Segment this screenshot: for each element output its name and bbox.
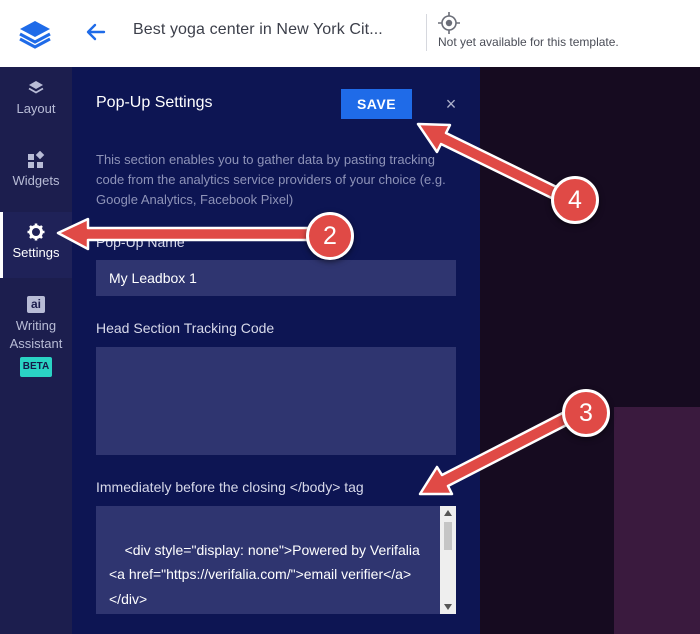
- widgets-icon: [28, 151, 45, 168]
- page-title: Best yoga center in New York Cit...: [133, 21, 383, 38]
- annotation-badge-3: 3: [562, 389, 610, 437]
- scrollbar[interactable]: [440, 506, 456, 614]
- annotation-badge-2: 2: [306, 212, 354, 260]
- head-code-textarea[interactable]: [96, 347, 456, 455]
- annotation-badge-4: 4: [551, 176, 599, 224]
- close-icon[interactable]: ×: [442, 95, 460, 113]
- scroll-down-icon[interactable]: [444, 604, 452, 610]
- side-nav: Layout Widgets Settings ai Writing Assis…: [0, 67, 72, 634]
- popup-name-input[interactable]: My Leadbox 1: [96, 260, 456, 296]
- canvas-decoration: [614, 407, 700, 634]
- crosshair-icon: [438, 12, 460, 34]
- sidebar-item-widgets[interactable]: Widgets: [0, 151, 72, 211]
- popup-name-label: Pop-Up Name: [96, 234, 185, 250]
- back-arrow-icon[interactable]: [82, 18, 110, 46]
- scroll-up-icon[interactable]: [444, 510, 452, 516]
- body-code-text: <div style="display: none">Powered by Ve…: [109, 541, 424, 607]
- sidebar-item-label: Layout: [16, 101, 56, 116]
- save-button[interactable]: SAVE: [341, 89, 412, 119]
- sidebar-item-label: Writing Assistant: [9, 318, 63, 351]
- scroll-thumb[interactable]: [444, 522, 452, 550]
- settings-panel: Pop-Up Settings SAVE × This section enab…: [72, 67, 480, 634]
- page-canvas[interactable]: [480, 67, 700, 634]
- layers-icon: [28, 81, 44, 94]
- body-code-textarea[interactable]: <div style="display: none">Powered by Ve…: [96, 506, 456, 614]
- sidebar-item-layout[interactable]: Layout: [0, 79, 72, 139]
- divider: [426, 14, 427, 51]
- sidebar-item-label: Settings: [12, 245, 60, 260]
- panel-title: Pop-Up Settings: [96, 94, 213, 111]
- sidebar-item-writing-assistant[interactable]: ai Writing Assistant BETA: [0, 296, 72, 377]
- logo-icon[interactable]: [17, 17, 53, 49]
- sidebar-item-settings[interactable]: Settings: [0, 212, 72, 278]
- gear-icon: [27, 223, 45, 241]
- top-bar: Best yoga center in New York Cit... Not …: [0, 0, 700, 67]
- body-code-label: Immediately before the closing </body> t…: [96, 479, 364, 495]
- head-code-label: Head Section Tracking Code: [96, 320, 275, 336]
- sidebar-item-label: Widgets: [12, 173, 60, 188]
- ai-icon: ai: [27, 296, 45, 313]
- panel-description: This section enables you to gather data …: [96, 152, 446, 207]
- availability-note: Not yet available for this template.: [438, 35, 619, 49]
- beta-badge: BETA: [19, 357, 53, 377]
